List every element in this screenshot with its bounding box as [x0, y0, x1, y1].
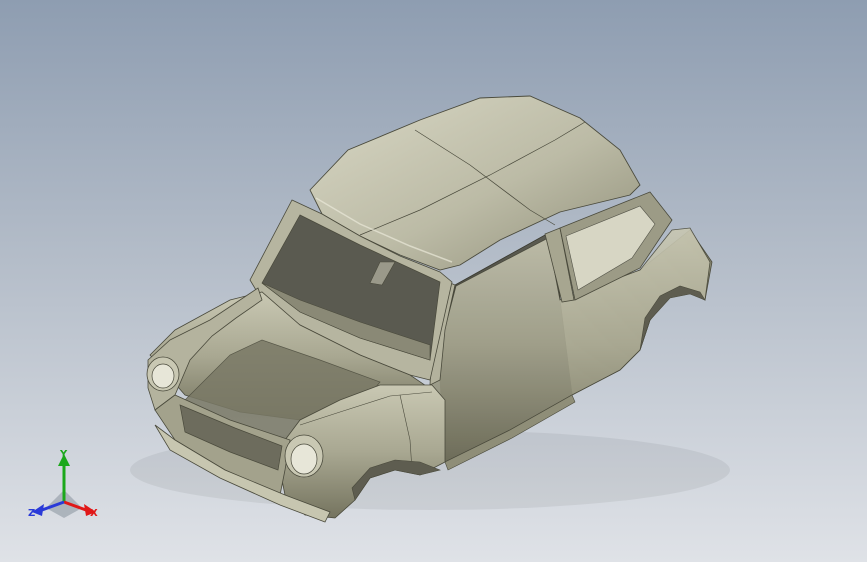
right-headlight: [290, 443, 318, 475]
axis-triad: Y X Z: [28, 449, 98, 519]
z-axis-label: Z: [28, 508, 35, 519]
graphics-viewport[interactable]: Y X Z: [0, 0, 867, 562]
left-headlight: [151, 363, 175, 389]
x-axis-label: X: [90, 508, 98, 519]
car-body-model[interactable]: [0, 0, 867, 562]
y-axis-label: Y: [59, 449, 68, 460]
